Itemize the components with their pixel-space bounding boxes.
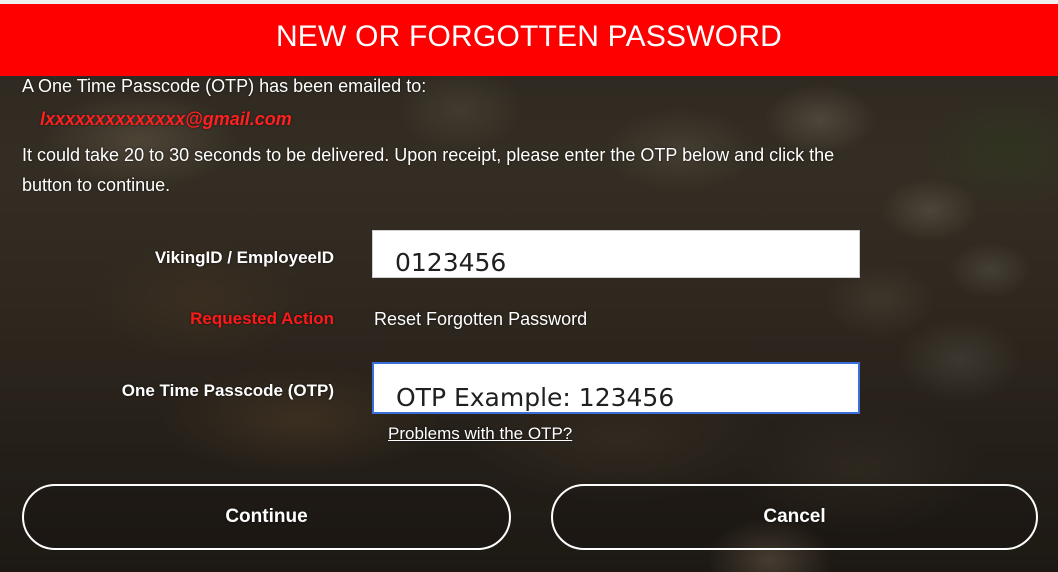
- continue-button[interactable]: Continue: [22, 484, 511, 550]
- password-reset-dialog: NEW OR FORGOTTEN PASSWORD A One Time Pas…: [0, 0, 1058, 572]
- employee-id-label: VikingID / EmployeeID: [154, 248, 334, 267]
- otp-input[interactable]: [372, 362, 860, 414]
- top-border: [0, 0, 1058, 4]
- otp-sent-message: A One Time Passcode (OTP) has been email…: [22, 76, 427, 96]
- masked-email: lxxxxxxxxxxxxxx@gmail.com: [40, 109, 292, 129]
- delivery-note-line2: button to continue.: [22, 175, 171, 195]
- requested-action-label: Requested Action: [190, 309, 334, 328]
- otp-help-link[interactable]: Problems with the OTP?: [388, 424, 572, 444]
- delivery-note-line1: It could take 20 to 30 seconds to be del…: [22, 145, 835, 165]
- dialog-content: A One Time Passcode (OTP) has been email…: [0, 0, 1058, 572]
- employee-id-field[interactable]: [372, 230, 860, 278]
- cancel-button[interactable]: Cancel: [551, 484, 1038, 550]
- requested-action-value: Reset Forgotten Password: [374, 309, 588, 329]
- otp-label: One Time Passcode (OTP): [121, 381, 334, 400]
